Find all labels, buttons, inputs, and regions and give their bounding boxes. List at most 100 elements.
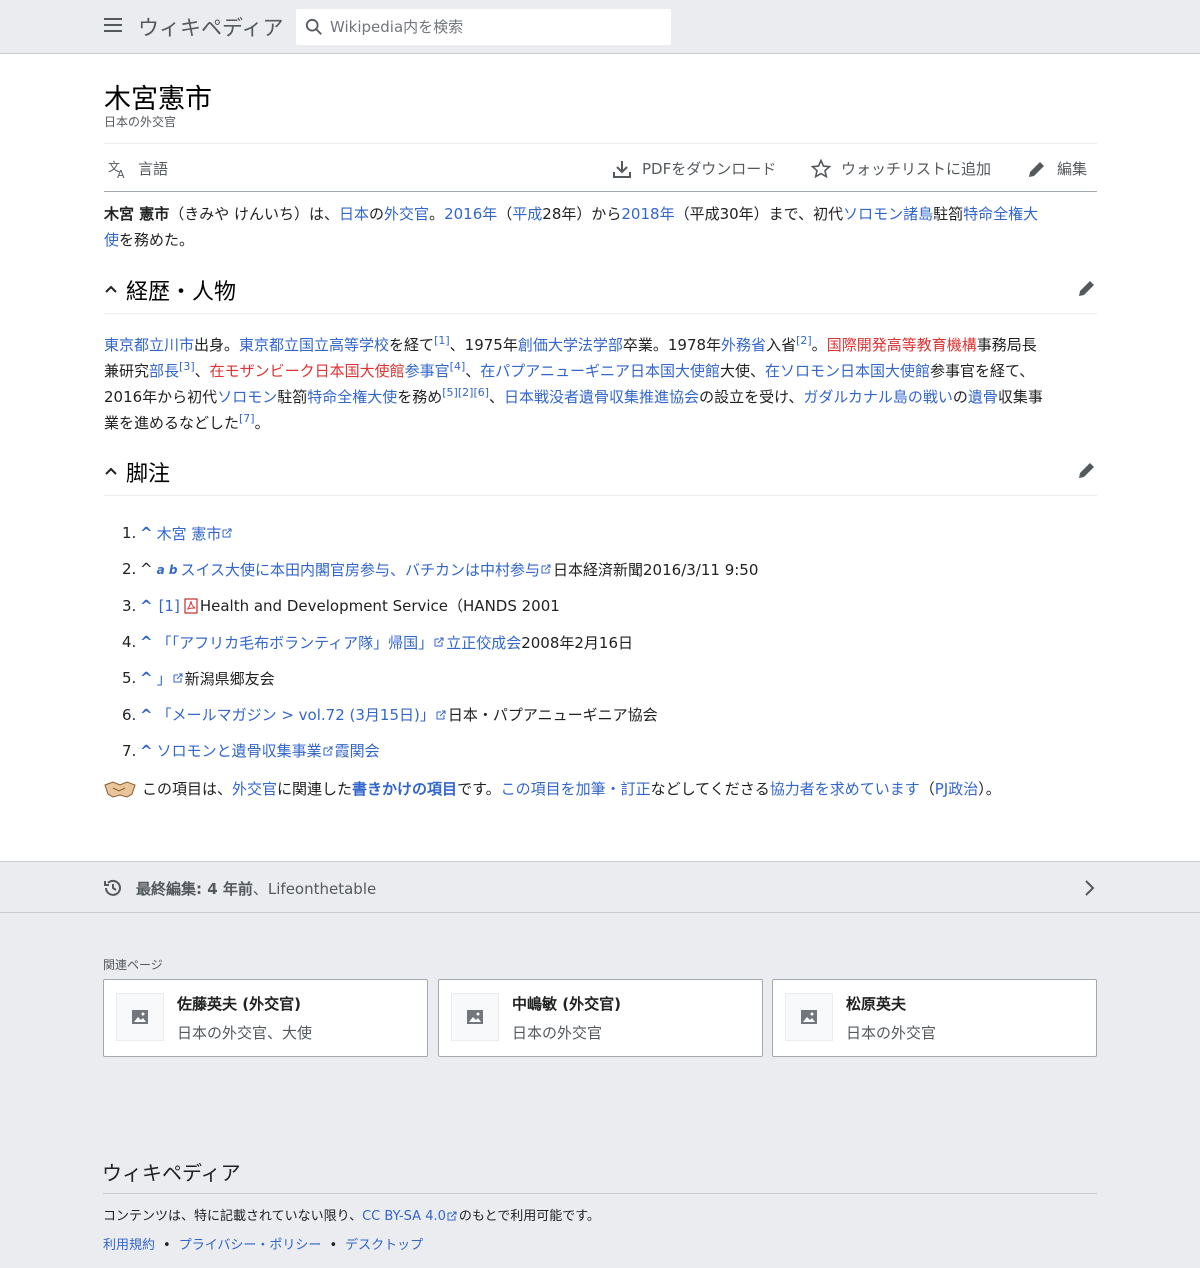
- related-card-description: 日本の外交官: [846, 1024, 937, 1042]
- image-placeholder-icon: [785, 993, 833, 1041]
- link[interactable]: ガダルカナル島の戦い: [803, 388, 953, 406]
- ref-publisher-link[interactable]: 霞関会: [335, 740, 380, 761]
- ref-link[interactable]: [4]: [450, 360, 466, 373]
- text: （: [497, 205, 513, 223]
- desktop-link[interactable]: デスクトップ: [345, 1238, 423, 1253]
- link-2018[interactable]: 2018年: [621, 205, 674, 223]
- ref-external-link[interactable]: [1]: [159, 597, 180, 615]
- ref-link[interactable]: [5]: [442, 386, 458, 399]
- related-card[interactable]: 中嶋敏 (外交官) 日本の外交官: [438, 979, 763, 1057]
- reading: （きみや けんいち）は、: [169, 205, 340, 223]
- ref-link[interactable]: [1]: [434, 334, 450, 347]
- link-2016[interactable]: 2016年: [444, 205, 497, 223]
- stub-notice: この項目は、 外交官 に関連した 書きかけの項目 です。 この項目を加筆・訂正 などしてくだ…: [104, 778, 1001, 799]
- ref-backlink[interactable]: ^: [140, 706, 153, 724]
- link[interactable]: 東京都立川市: [104, 336, 194, 354]
- text: 2016年から初代: [104, 388, 218, 406]
- ref-link[interactable]: [2]: [458, 386, 474, 399]
- text: に関連した: [277, 780, 353, 798]
- red-link[interactable]: 国際開発高等教育機構: [827, 336, 977, 354]
- link[interactable]: 在パプアニューギニア日本国大使館: [480, 362, 720, 380]
- pdf-icon: [184, 598, 198, 614]
- ref-external-link[interactable]: 」: [157, 668, 172, 689]
- external-link-icon: [173, 673, 183, 683]
- link[interactable]: 参事官: [405, 362, 450, 380]
- text: です。: [457, 780, 501, 798]
- text: 参事官を経て、: [930, 362, 1035, 380]
- ref-link[interactable]: [2]: [796, 334, 812, 347]
- separator: •: [163, 1238, 171, 1253]
- ref-link[interactable]: [3]: [179, 360, 195, 373]
- footer: 関連ページ 佐藤英夫 (外交官) 日本の外交官、大使 中嶋敏 (外交官) 日本の…: [0, 913, 1200, 1268]
- ref-backlink[interactable]: ^: [140, 669, 153, 687]
- image-placeholder-icon: [116, 993, 164, 1041]
- ref-external-link[interactable]: 「メールマガジン > vol.72 (3月15日)」: [157, 704, 435, 725]
- ref-source: Health and Development Service（HANDS 200…: [199, 597, 560, 616]
- link[interactable]: 書きかけの項目: [352, 778, 457, 799]
- link[interactable]: 東京都立国立高等学校: [239, 336, 389, 354]
- text: この項目は、: [142, 780, 233, 798]
- edit-button[interactable]: 編集: [1027, 158, 1087, 179]
- download-pdf-button[interactable]: PDFをダウンロード: [612, 158, 776, 179]
- last-edited-bar[interactable]: 最終編集: 4 年前、Lifeonthetable: [0, 861, 1200, 913]
- link[interactable]: ソロモン: [217, 388, 277, 406]
- wikipedia-logo[interactable]: ウィキペディア: [138, 12, 284, 42]
- link-ambassador-cont[interactable]: 使: [104, 231, 119, 249]
- main-menu-button[interactable]: [100, 14, 126, 40]
- link-solomon-islands[interactable]: ソロモン諸島: [843, 205, 933, 223]
- terms-link[interactable]: 利用規約: [103, 1238, 155, 1253]
- ref-external-link[interactable]: 「「アフリカ毛布ボランティア隊」帰国」: [157, 632, 434, 653]
- ref-link[interactable]: [6]: [473, 386, 489, 399]
- link[interactable]: 特命全権大使: [307, 388, 397, 406]
- language-button[interactable]: 文A 言語: [108, 158, 168, 179]
- ref-backlink[interactable]: ^: [140, 742, 153, 760]
- pencil-icon[interactable]: [1077, 460, 1097, 480]
- link[interactable]: 日本戦没者遺骨収集推進協会: [504, 388, 699, 406]
- watchlist-button[interactable]: ウォッチリストに追加: [811, 158, 991, 179]
- ref-publisher-link[interactable]: 立正佼成会: [446, 632, 521, 653]
- ref-external-link[interactable]: スイス大使に本田内閣官房参与、バチカンは中村参与: [180, 559, 540, 580]
- red-link[interactable]: 在モザンビーク日本国大使館: [210, 362, 405, 380]
- link[interactable]: 部長: [149, 362, 179, 380]
- link[interactable]: 協力者を求めています: [770, 778, 920, 799]
- link[interactable]: 外交官: [232, 778, 277, 799]
- hamburger-icon-line: [104, 24, 122, 26]
- ref-external-link[interactable]: ソロモンと遺骨収集事業: [157, 740, 322, 761]
- ref-backlink[interactable]: ^: [140, 633, 153, 651]
- text: のもとで利用可能です。: [458, 1209, 600, 1224]
- link-diplomat[interactable]: 外交官: [384, 205, 429, 223]
- section-heading-notes: 脚注: [104, 450, 1097, 496]
- ref-link[interactable]: [7]: [239, 412, 255, 425]
- related-card[interactable]: 松原英夫 日本の外交官: [772, 979, 1097, 1057]
- link[interactable]: 創価大学法学部: [518, 336, 623, 354]
- pencil-icon[interactable]: [1077, 278, 1097, 298]
- related-card-title: 中嶋敏 (外交官): [512, 995, 621, 1013]
- link[interactable]: 在ソロモン日本国大使館: [765, 362, 930, 380]
- related-card-title: 松原英夫: [846, 995, 907, 1013]
- related-card[interactable]: 佐藤英夫 (外交官) 日本の外交官、大使: [103, 979, 428, 1057]
- link[interactable]: 遺骨: [968, 388, 998, 406]
- link-heisei[interactable]: 平成: [512, 205, 542, 223]
- link[interactable]: PJ政治: [935, 778, 978, 799]
- reference-item: 2. ^ a b スイス大使に本田内閣官房参与、バチカンは中村参与 日本経済新聞…: [122, 551, 1097, 587]
- chevron-up-icon[interactable]: [104, 464, 118, 478]
- ref-backlink[interactable]: ^: [140, 524, 153, 542]
- history-icon: [104, 879, 121, 896]
- career-paragraph: 東京都立川市出身。東京都立国立高等学校を経て[1]、1975年創価大学法学部卒業…: [104, 332, 1097, 436]
- ref-backlink[interactable]: ^: [140, 597, 153, 615]
- text: 。: [254, 414, 270, 432]
- text: 。: [811, 336, 827, 354]
- reference-item: 4. ^ 「「アフリカ毛布ボランティア隊」帰国」 立正佼成会 2008年2月16…: [122, 624, 1097, 660]
- link-japan[interactable]: 日本: [339, 205, 369, 223]
- link[interactable]: 外務省: [721, 336, 766, 354]
- external-link-icon: [434, 637, 444, 647]
- ref-number: 6.: [122, 705, 137, 724]
- license-link[interactable]: CC BY-SA 4.0: [362, 1209, 446, 1224]
- ref-backlinks-ab[interactable]: a b: [157, 563, 178, 577]
- ref-external-link[interactable]: 木宮 憲市: [157, 523, 222, 544]
- link-ambassador[interactable]: 特命全権大: [963, 205, 1038, 223]
- link[interactable]: この項目を加筆・訂正: [501, 778, 651, 799]
- search-input[interactable]: [330, 9, 660, 45]
- chevron-up-icon[interactable]: [104, 282, 118, 296]
- privacy-link[interactable]: プライバシー・ポリシー: [179, 1238, 322, 1253]
